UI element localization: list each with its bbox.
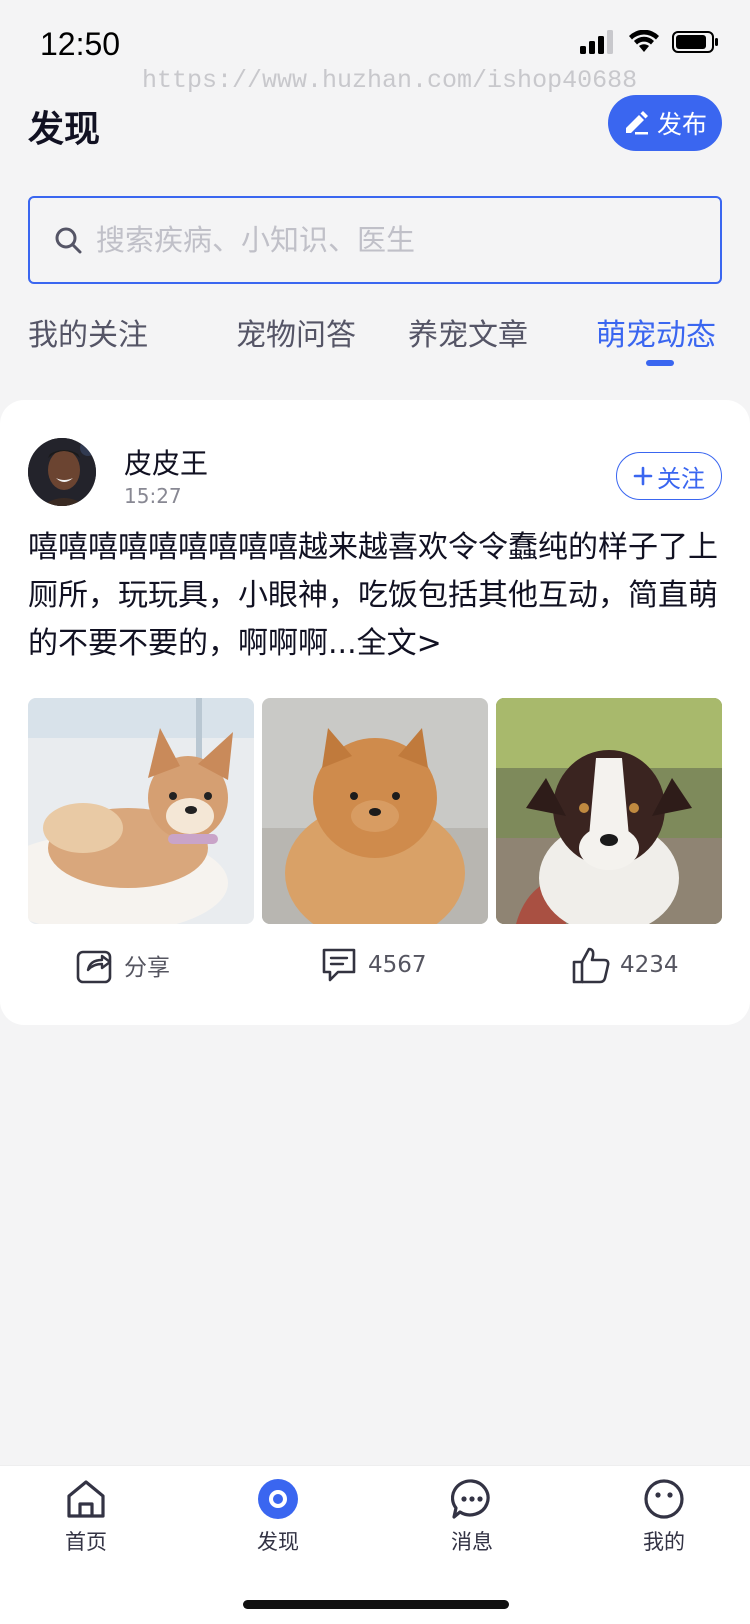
search-box[interactable] bbox=[28, 196, 722, 284]
comment-icon bbox=[322, 948, 356, 982]
discover-screen: 12:50 https://www.huzhan.com/ishop40688 … bbox=[0, 0, 750, 1624]
publish-button[interactable]: 发布 bbox=[608, 95, 722, 151]
author-name[interactable]: 皮皮王 bbox=[124, 442, 208, 482]
comment-button[interactable]: 4567 bbox=[320, 946, 427, 984]
signal-icon bbox=[580, 30, 613, 54]
status-icons bbox=[580, 30, 720, 54]
search-input[interactable] bbox=[96, 223, 656, 257]
tab-pet-moments[interactable]: 萌宠动态 bbox=[596, 310, 716, 354]
like-button[interactable]: 4234 bbox=[572, 946, 679, 984]
message-icon bbox=[451, 1479, 490, 1519]
photo-shiba[interactable] bbox=[28, 698, 254, 924]
tab-my-follows[interactable]: 我的关注 bbox=[28, 310, 148, 354]
wifi-icon bbox=[629, 30, 659, 52]
nav-messages-label: 消息 bbox=[451, 1530, 493, 1554]
nav-messages[interactable]: 消息 bbox=[422, 1478, 522, 1556]
photo-pomeranian[interactable] bbox=[262, 698, 488, 924]
publish-label: 发布 bbox=[656, 110, 707, 139]
plus-icon bbox=[633, 466, 653, 486]
photo-border-collie[interactable] bbox=[496, 698, 722, 924]
post-card[interactable]: 皮皮王 15:27 关注 嘻嘻嘻嘻嘻嘻嘻嘻嘻越来越喜欢令令蠢纯的样子了上厕所，玩… bbox=[0, 400, 750, 1025]
active-tab-indicator bbox=[646, 360, 674, 366]
watermark: https://www.huzhan.com/ishop40688 bbox=[142, 66, 638, 95]
post-actions: 分享 4567 4234 bbox=[0, 946, 750, 996]
profile-icon bbox=[644, 1479, 684, 1519]
nav-home-label: 首页 bbox=[65, 1530, 107, 1554]
nav-profile-label: 我的 bbox=[643, 1530, 685, 1554]
status-time: 12:50 bbox=[40, 26, 121, 62]
share-button[interactable]: 分享 bbox=[76, 946, 170, 984]
share-label: 分享 bbox=[124, 955, 170, 981]
battery-icon bbox=[672, 31, 718, 53]
post-text: 嘻嘻嘻嘻嘻嘻嘻嘻嘻越来越喜欢令令蠢纯的样子了上厕所，玩玩具，小眼神，吃饭包括其他… bbox=[28, 524, 728, 668]
thumbs-up-icon bbox=[572, 947, 610, 984]
like-count: 4234 bbox=[620, 952, 679, 978]
nav-profile[interactable]: 我的 bbox=[614, 1478, 714, 1556]
follow-label: 关注 bbox=[657, 464, 705, 493]
follow-button[interactable]: 关注 bbox=[616, 452, 722, 500]
search-icon bbox=[55, 227, 82, 254]
home-indicator bbox=[243, 1600, 509, 1609]
nav-discover[interactable]: 发现 bbox=[228, 1478, 328, 1556]
category-tabs: 我的关注 宠物问答 养宠文章 萌宠动态 bbox=[28, 310, 722, 370]
edit-icon bbox=[625, 111, 648, 135]
nav-discover-label: 发现 bbox=[257, 1530, 299, 1554]
tab-pet-articles[interactable]: 养宠文章 bbox=[408, 310, 528, 354]
photo-grid bbox=[28, 698, 722, 924]
tab-pet-qa[interactable]: 宠物问答 bbox=[236, 310, 356, 354]
bottom-nav: 首页 发现 消息 我的 bbox=[0, 1465, 750, 1624]
status-bar: 12:50 https://www.huzhan.com/ishop40688 bbox=[0, 0, 750, 95]
discover-icon bbox=[258, 1479, 298, 1519]
share-icon bbox=[76, 950, 112, 984]
avatar[interactable] bbox=[28, 438, 96, 506]
page-title: 发现 bbox=[28, 109, 101, 150]
post-time: 15:27 bbox=[124, 484, 182, 508]
home-icon bbox=[67, 1480, 105, 1518]
comment-count: 4567 bbox=[368, 952, 427, 978]
nav-home[interactable]: 首页 bbox=[36, 1478, 136, 1556]
read-more-link[interactable]: 全文> bbox=[357, 626, 442, 661]
